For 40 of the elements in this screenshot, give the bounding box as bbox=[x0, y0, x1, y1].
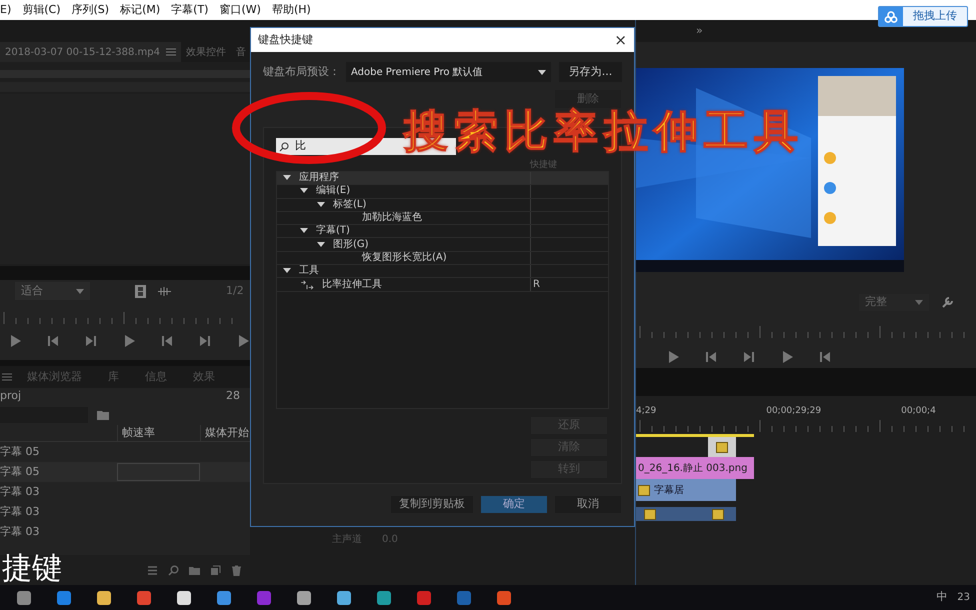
clock[interactable]: 23 bbox=[957, 590, 970, 605]
panel-tab[interactable]: 音 bbox=[231, 42, 252, 62]
menu-item[interactable]: 标记(M) bbox=[120, 2, 160, 18]
dialog-button[interactable]: 确定 bbox=[481, 496, 547, 513]
command-label[interactable]: 比率拉伸工具 bbox=[322, 278, 382, 291]
menu-item[interactable]: 帮助(H) bbox=[272, 2, 311, 18]
image-clip[interactable]: 0_26_16.静止 003.png bbox=[636, 457, 754, 479]
zoom-dropdown[interactable]: 适合 bbox=[15, 282, 90, 300]
menu-item[interactable]: E) bbox=[0, 2, 12, 18]
dialog-button[interactable]: 复制到剪贴板 bbox=[391, 496, 473, 513]
page-indicator: 1/2 bbox=[226, 282, 244, 299]
table-cell-text: 字幕 05 bbox=[0, 464, 40, 480]
time-label: 00;00;4 bbox=[901, 404, 936, 418]
table-cell-text: 字幕 05 bbox=[0, 444, 40, 460]
close-button[interactable]: × bbox=[614, 32, 627, 48]
table-cell-text: 字幕 03 bbox=[0, 524, 40, 540]
menu-item[interactable]: 剪辑(C) bbox=[22, 2, 61, 18]
time-label: 00;00;29;29 bbox=[766, 404, 822, 418]
menu-item[interactable]: 序列(S) bbox=[72, 2, 110, 18]
track-volume: 0.0 bbox=[382, 533, 398, 547]
table-cell-text: 字幕 03 bbox=[0, 484, 40, 500]
ime-indicator[interactable]: 中 bbox=[936, 589, 948, 606]
title-clip[interactable]: 字幕居 bbox=[636, 479, 736, 501]
item-count: 28 bbox=[226, 388, 240, 404]
shortcut-key[interactable]: R bbox=[533, 277, 540, 292]
panel-tab[interactable]: 2018-03-07 00-15-12-388.mp4 bbox=[0, 42, 182, 62]
panel-tab[interactable]: 效果控件 bbox=[181, 42, 232, 62]
more-tabs-button[interactable]: » bbox=[696, 22, 703, 40]
menu-item[interactable]: 窗口(W) bbox=[219, 2, 261, 18]
column-header[interactable]: 帧速率 bbox=[117, 425, 200, 441]
table-row[interactable]: 字幕 05 bbox=[0, 462, 250, 482]
time-label: 4;29 bbox=[636, 404, 656, 418]
project-name: proj bbox=[0, 388, 22, 404]
table-cell-text: 字幕 03 bbox=[0, 504, 40, 520]
dialog-title: 键盘快捷键 bbox=[258, 32, 313, 48]
upload-button[interactable]: 拖拽上传 bbox=[878, 6, 968, 27]
video-subtitle: 捷键 bbox=[2, 552, 62, 586]
dialog-button[interactable]: 取消 bbox=[555, 496, 621, 513]
track-label: 主声道 bbox=[332, 532, 362, 547]
menu-item[interactable]: 字幕(T) bbox=[171, 2, 208, 18]
